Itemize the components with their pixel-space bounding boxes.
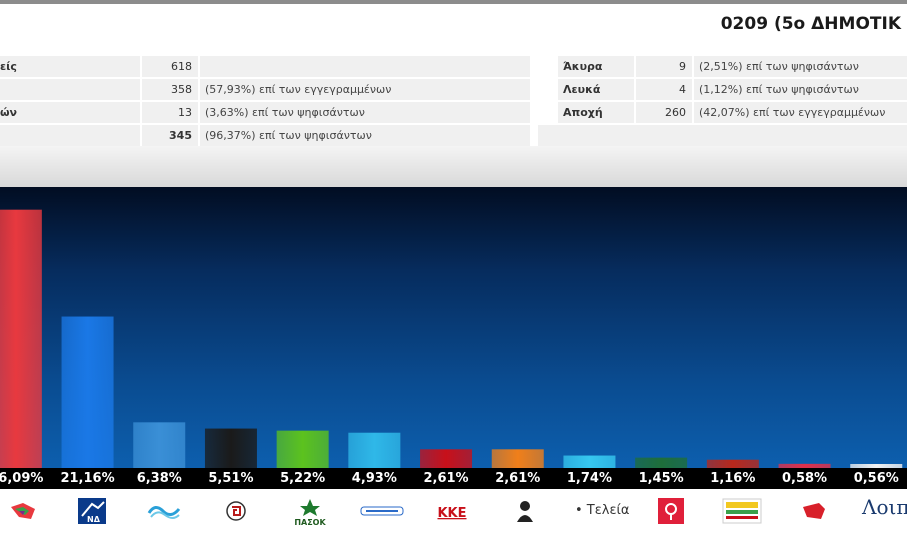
percent-label: 21,16% — [60, 471, 115, 486]
stats-row — [538, 125, 907, 146]
top-bar — [0, 0, 907, 4]
svg-text:ΝΔ: ΝΔ — [87, 515, 101, 524]
bar — [348, 432, 401, 468]
stats-value: 618 — [142, 56, 198, 77]
pasok-icon[interactable]: ΠΑΣΟΚ — [288, 495, 332, 527]
percent-label: 0,56% — [853, 471, 899, 486]
percent-label: 2,61% — [495, 471, 541, 486]
percent-label: 6,38% — [136, 471, 182, 486]
stats-label: Άκυρα — [558, 56, 634, 77]
stats-row: 358 (57,93%) επί των εγγεγραμμένων — [0, 79, 530, 100]
centrists-icon[interactable] — [505, 495, 545, 527]
stats-value: 358 — [142, 79, 198, 100]
stats-value: 345 — [142, 125, 198, 146]
bar — [491, 449, 544, 468]
chart-top-band — [0, 146, 907, 187]
bar — [61, 316, 114, 468]
stats-label — [0, 125, 140, 146]
stats-label: Λευκά — [558, 79, 634, 100]
stats-label: Αποχή — [558, 102, 634, 123]
stats-desc: (42,07%) επί των εγγεγραμμένων — [694, 102, 907, 123]
bar — [276, 430, 329, 468]
stats-row: είς 618 — [0, 56, 530, 77]
percent-label: 1,16% — [710, 471, 756, 486]
laiki-enotita-icon[interactable] — [794, 495, 834, 527]
percent-label: 5,22% — [280, 471, 326, 486]
bar — [635, 457, 688, 468]
stats-row: Άκυρα 9 (2,51%) επί των ψηφισάντων — [558, 56, 907, 77]
bar — [706, 459, 759, 468]
party-logos-row: ΝΔ ΠΑΣΟΚ ΚΚΕ • Τελεία Λοιποί — [0, 489, 907, 536]
stats-row: 345 (96,37%) επί των ψηφισάντων — [0, 125, 530, 146]
percent-label: 6,09% — [0, 471, 44, 486]
syriza-icon[interactable] — [3, 495, 43, 527]
bar — [204, 428, 257, 468]
percent-label: 5,51% — [208, 471, 254, 486]
potami-icon[interactable] — [144, 495, 184, 527]
golden-dawn-icon[interactable] — [216, 495, 256, 527]
stats-label: είς — [0, 56, 140, 77]
bar — [420, 449, 473, 468]
kke-icon[interactable]: ΚΚΕ — [432, 495, 472, 527]
stats-value: 13 — [142, 102, 198, 123]
stats-table: είς 618 358 (57,93%) επί των εγγεγραμμέν… — [0, 56, 907, 146]
percent-label: 2,61% — [423, 471, 469, 486]
stats-row: Αποχή 260 (42,07%) επί των εγγεγραμμένων — [558, 102, 907, 123]
nd-icon[interactable]: ΝΔ — [72, 495, 112, 527]
percent-label: 4,93% — [351, 471, 397, 486]
stats-label — [0, 79, 140, 100]
percent-label: 1,74% — [566, 471, 612, 486]
stats-value: 9 — [636, 56, 692, 77]
stats-value: 260 — [636, 102, 692, 123]
stats-desc: (96,37%) επί των ψηφισάντων — [200, 125, 530, 146]
stats-desc: (57,93%) επί των εγγεγραμμένων — [200, 79, 530, 100]
stats-desc: (1,12%) επί των ψηφισάντων — [694, 79, 907, 100]
stats-value: 4 — [636, 79, 692, 100]
antarsya-icon[interactable] — [651, 495, 691, 527]
percent-labels-row: 6,09% 21,16% 6,38% 5,51% 5,22% 4,93% 2,61% 2,61… — [0, 468, 907, 489]
stats-empty-cell — [538, 125, 907, 146]
loipoi-icon[interactable]: Λοιποί — [862, 495, 907, 519]
bar — [133, 422, 186, 468]
stats-desc: (2,51%) επί των ψηφισάντων — [694, 56, 907, 77]
stats-row: ών 13 (3,63%) επί των ψηφισάντων — [0, 102, 530, 123]
stats-row: Λευκά 4 (1,12%) επί των ψηφισάντων — [558, 79, 907, 100]
bar-chart — [0, 209, 903, 468]
stats-label: ών — [0, 102, 140, 123]
percent-label: 1,45% — [638, 471, 684, 486]
prasinoi-icon[interactable] — [720, 495, 764, 527]
bar — [563, 455, 616, 468]
stats-desc — [200, 56, 530, 77]
bar — [0, 209, 42, 468]
percent-label: 0,58% — [781, 471, 828, 486]
stats-desc: (3,63%) επί των ψηφισάντων — [200, 102, 530, 123]
teleia-icon[interactable]: • Τελεία — [575, 503, 629, 518]
anel-icon[interactable] — [359, 495, 405, 527]
pasok-logo-text: ΠΑΣΟΚ — [294, 518, 326, 526]
page-title: 0209 (5ο ΔΗΜΟΤΙΚ — [720, 14, 901, 34]
kke-logo-text: ΚΚΕ — [437, 506, 466, 521]
